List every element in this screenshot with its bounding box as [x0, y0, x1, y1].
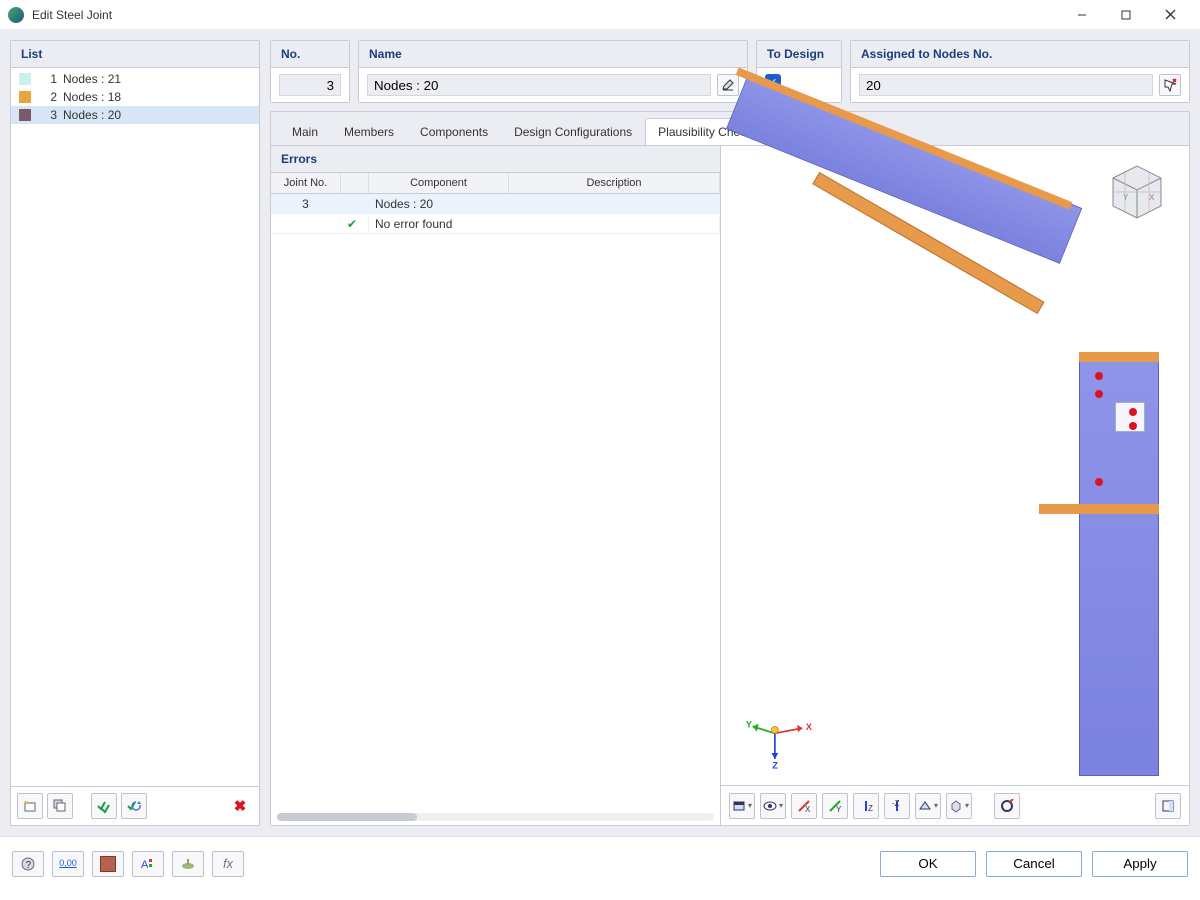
svg-text:Z: Z	[868, 804, 873, 813]
errors-table: Joint No. Component Description 3 Nodes …	[271, 173, 720, 809]
svg-text:Y: Y	[836, 805, 842, 813]
apply-button[interactable]: Apply	[1092, 851, 1188, 877]
viewer-pane[interactable]: X Y X Y Z	[721, 146, 1189, 825]
tab-design-configurations[interactable]: Design Configurations	[501, 118, 645, 145]
svg-text:A: A	[141, 859, 149, 871]
axis-x-button[interactable]: X	[791, 793, 817, 819]
tab-members[interactable]: Members	[331, 118, 407, 145]
visibility-button[interactable]	[760, 793, 786, 819]
check-all-button[interactable]	[91, 793, 117, 819]
render-button[interactable]	[172, 851, 204, 877]
pick-nodes-button[interactable]	[1159, 74, 1181, 96]
axis-y-button[interactable]: Y	[822, 793, 848, 819]
axis-neg-z-button[interactable]: -Z	[884, 793, 910, 819]
col-status	[341, 173, 369, 193]
name-input[interactable]	[367, 74, 711, 96]
col-component: Component	[369, 173, 509, 193]
color-swatch	[19, 91, 31, 103]
axis-z-button[interactable]: Z	[853, 793, 879, 819]
list-item-label: Nodes : 21	[63, 72, 121, 86]
svg-text:X: X	[1149, 193, 1155, 202]
errors-hscroll-thumb[interactable]	[277, 813, 417, 821]
list-item[interactable]: 1 Nodes : 21	[11, 70, 259, 88]
assigned-label: Assigned to Nodes No.	[851, 41, 1189, 68]
list-header: List	[11, 41, 259, 68]
tab-components[interactable]: Components	[407, 118, 501, 145]
tab-main[interactable]: Main	[279, 118, 331, 145]
help-button[interactable]: ?	[12, 851, 44, 877]
errors-group-row[interactable]: 3 Nodes : 20	[271, 194, 720, 214]
view-cube[interactable]: X Y	[1103, 160, 1171, 224]
ok-button[interactable]: OK	[880, 851, 976, 877]
cancel-button[interactable]: Cancel	[986, 851, 1082, 877]
color-swatch	[19, 73, 31, 85]
tabs-panel: Main Members Components Design Configura…	[270, 111, 1190, 826]
text-settings-button[interactable]: A	[132, 851, 164, 877]
detach-viewer-button[interactable]	[1155, 793, 1181, 819]
copy-item-button[interactable]	[47, 793, 73, 819]
list-panel: List 1 Nodes : 21 2 Nodes : 18 3 Nodes :…	[10, 40, 260, 826]
edit-name-button[interactable]	[717, 74, 739, 96]
name-label: Name	[359, 41, 747, 68]
units-button[interactable]: 0,00	[52, 851, 84, 877]
bottom-bar: ? 0,00 A fx OK Cancel Apply	[0, 836, 1200, 890]
close-button[interactable]	[1148, 1, 1192, 29]
formula-button[interactable]: fx	[212, 851, 244, 877]
assigned-input[interactable]	[859, 74, 1153, 96]
minimize-button[interactable]	[1060, 1, 1104, 29]
view-settings-button[interactable]	[729, 793, 755, 819]
iso-view-button[interactable]	[946, 793, 972, 819]
svg-text:Z: Z	[772, 759, 778, 770]
window-title: Edit Steel Joint	[32, 8, 1060, 22]
col-joint-no: Joint No.	[271, 173, 341, 193]
svg-text:X: X	[805, 805, 811, 813]
status-ok-icon: ✔	[341, 215, 369, 233]
errors-hscrollbar[interactable]	[277, 813, 714, 821]
todesign-label: To Design	[757, 41, 841, 68]
revalidate-button[interactable]	[121, 793, 147, 819]
no-label: No.	[271, 41, 349, 68]
list-item[interactable]: 2 Nodes : 18	[11, 88, 259, 106]
delete-item-button[interactable]: ✖	[227, 793, 253, 819]
list-item-num: 3	[43, 108, 57, 122]
list-item[interactable]: 3 Nodes : 20	[11, 106, 259, 124]
axis-gizmo: X Y Z	[745, 711, 815, 771]
svg-text:X: X	[806, 721, 813, 732]
errors-header: Errors	[271, 146, 720, 173]
list-body: 1 Nodes : 21 2 Nodes : 18 3 Nodes : 20	[11, 68, 259, 786]
no-field-box: No.	[270, 40, 350, 103]
col-description: Description	[509, 173, 720, 193]
color-swatch	[19, 109, 31, 121]
viewer-toolbar: X Y Z -Z	[721, 785, 1189, 825]
list-toolbar: ✖	[11, 786, 259, 825]
svg-text:-Z: -Z	[892, 799, 900, 808]
reset-view-button[interactable]	[994, 793, 1020, 819]
workplane-button[interactable]	[915, 793, 941, 819]
name-field-box: Name	[358, 40, 748, 103]
list-item-label: Nodes : 18	[63, 90, 121, 104]
list-item-num: 1	[43, 72, 57, 86]
group-label: Nodes : 20	[369, 195, 720, 213]
no-input[interactable]	[279, 74, 341, 96]
list-item-num: 2	[43, 90, 57, 104]
svg-text:Y: Y	[1123, 193, 1129, 202]
errors-pane: Errors Joint No. Component Description 3…	[271, 146, 721, 825]
maximize-button[interactable]	[1104, 1, 1148, 29]
assigned-field-box: Assigned to Nodes No.	[850, 40, 1190, 103]
color-button[interactable]	[92, 851, 124, 877]
svg-text:Y: Y	[746, 718, 753, 729]
errors-row[interactable]: ✔ No error found	[271, 214, 720, 234]
errors-table-header: Joint No. Component Description	[271, 173, 720, 194]
errors-row-text: No error found	[369, 215, 720, 233]
title-bar: Edit Steel Joint	[0, 0, 1200, 30]
group-joint-no: 3	[271, 195, 341, 213]
svg-text:?: ?	[26, 860, 32, 871]
list-item-label: Nodes : 20	[63, 108, 121, 122]
app-icon	[8, 7, 24, 23]
new-item-button[interactable]	[17, 793, 43, 819]
